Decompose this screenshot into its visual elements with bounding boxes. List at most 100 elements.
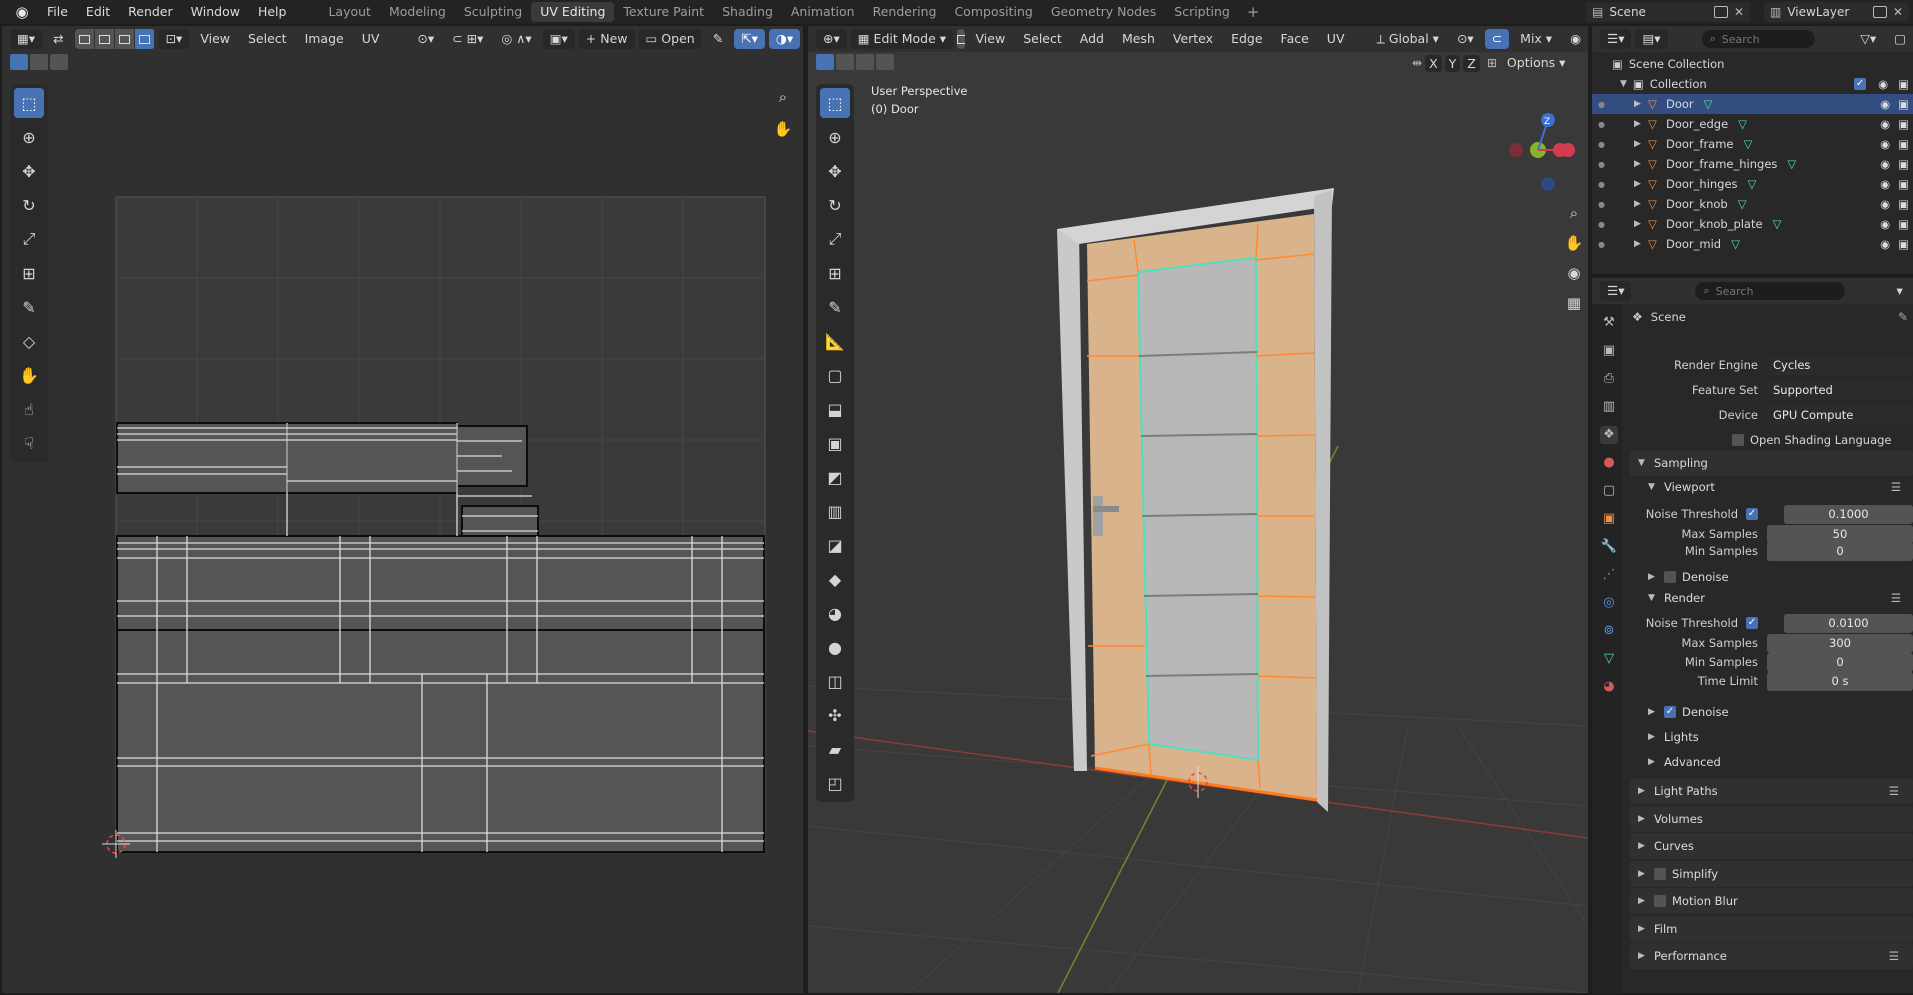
camera-view-icon[interactable]: ◉ [1563, 262, 1585, 284]
mesh-data-icon[interactable]: ▽ [1773, 217, 1875, 231]
outliner-object-row[interactable]: ● ▶ ▽ Door_frame_hinges ▽ ◉ ▣ [1592, 154, 1913, 174]
extrude-tool-icon[interactable]: ⬓ [820, 394, 850, 424]
vp-min-samples-field[interactable]: 0 [1767, 541, 1913, 561]
panel-volumes[interactable]: ▶ Volumes [1630, 805, 1913, 832]
select-subtract-icon[interactable] [856, 54, 874, 70]
new-scene-icon[interactable] [1713, 6, 1728, 18]
outliner-object-row[interactable]: ● ▶ ▽ Door ▽ ◉ ▣ [1592, 94, 1913, 114]
visibility-eye-icon[interactable]: ◉ [1880, 237, 1890, 251]
vertex-mode-icon[interactable] [957, 29, 965, 49]
properties-editor[interactable]: ☰▾ ⌕ Search ▾ ⚒ ▣ ⎙ ▥ ❖ ● ▢ ▣ 🔧 ⋰ ◎ ⊚ ▽ … [1592, 278, 1913, 993]
bevel-tool-icon[interactable]: ◩ [820, 462, 850, 492]
panel-film[interactable]: ▶ Film [1630, 915, 1913, 942]
output-tab-icon[interactable]: ⎙ [1600, 370, 1618, 388]
knife-tool-icon[interactable]: ◪ [820, 530, 850, 560]
panel-performance[interactable]: ▶ Performance ☰ [1630, 943, 1913, 969]
r-noise-threshold-field[interactable]: 0.0100 [1784, 613, 1913, 633]
expand-icon[interactable]: ▶ [1634, 139, 1648, 149]
mesh-data-icon[interactable]: ▽ [1731, 237, 1874, 251]
select-extend-icon[interactable] [836, 54, 854, 70]
vp-menu-edge[interactable]: Edge [1224, 29, 1269, 49]
select-new-icon[interactable] [816, 54, 834, 70]
outliner-object-row[interactable]: ● ▶ ▽ Door_knob ▽ ◉ ▣ [1592, 194, 1913, 214]
add-cube-tool-icon[interactable]: ▢ [820, 360, 850, 390]
vp-menu-vertex[interactable]: Vertex [1166, 29, 1220, 49]
tab-sculpting[interactable]: Sculpting [455, 2, 531, 22]
mirror-z-toggle[interactable]: Z [1463, 54, 1480, 72]
expand-icon[interactable]: ▶ [1634, 99, 1648, 109]
transform-tool-icon[interactable]: ⊞ [820, 258, 850, 288]
viewport-canvas[interactable] [808, 26, 1588, 993]
mirror-x-toggle[interactable]: X [1425, 54, 1442, 72]
delete-view-layer-icon[interactable]: ✕ [1893, 5, 1909, 19]
mesh-data-icon[interactable]: ▽ [1738, 197, 1874, 211]
visibility-eye-icon[interactable]: ◉ [1880, 137, 1890, 151]
menu-render[interactable]: Render [119, 1, 182, 23]
osl-checkbox[interactable] [1732, 434, 1744, 446]
modifier-tab-icon[interactable]: 🔧 [1600, 538, 1618, 556]
cursor-tool-icon[interactable]: ⊕ [820, 122, 850, 152]
orientation-selector[interactable]: ⟂ Global ▾ [1370, 29, 1446, 49]
pivot-point-icon[interactable]: ⊙▾ [1450, 29, 1481, 49]
vp-denoise-checkbox[interactable] [1664, 571, 1676, 583]
expand-icon[interactable]: ▶ [1634, 179, 1648, 189]
options-button[interactable]: Options ▾ [1500, 53, 1572, 73]
r-denoise-row[interactable]: ▶ ✓ Denoise [1648, 701, 1913, 723]
select-invert-icon[interactable] [876, 54, 894, 70]
tab-animation[interactable]: Animation [782, 2, 864, 22]
presets-list-icon[interactable]: ☰ [1889, 784, 1899, 798]
expand-icon[interactable]: ▶ [1634, 199, 1648, 209]
presets-list-icon[interactable]: ☰ [1891, 591, 1901, 605]
mesh-data-icon[interactable]: ▽ [1748, 177, 1875, 191]
visibility-eye-icon[interactable]: ◉ [1880, 117, 1890, 131]
tab-modeling[interactable]: Modeling [380, 2, 455, 22]
view-layer-tab-icon[interactable]: ▥ [1600, 398, 1618, 416]
mesh-data-icon[interactable]: ▽ [1744, 137, 1875, 151]
visibility-eye-icon[interactable]: ◉ [1880, 217, 1890, 231]
render-camera-icon[interactable]: ▣ [1898, 97, 1909, 111]
vp-noise-threshold-checkbox[interactable]: ✓ [1746, 508, 1758, 520]
measure-tool-icon[interactable]: 📐 [820, 326, 850, 356]
tab-uv-editing[interactable]: UV Editing [531, 2, 615, 22]
properties-type-icon[interactable]: ☰▾ [1600, 281, 1632, 301]
add-workspace-icon[interactable]: + [1239, 3, 1268, 21]
render-camera-icon[interactable]: ▣ [1898, 157, 1909, 171]
filter-icon[interactable]: ▽▾ [1853, 29, 1883, 49]
r-denoise-checkbox[interactable]: ✓ [1664, 706, 1676, 718]
mirror-y-toggle[interactable]: Y [1444, 54, 1461, 72]
vp-noise-threshold-field[interactable]: 0.1000 [1784, 504, 1913, 524]
rip-region-tool-icon[interactable]: ◰ [820, 768, 850, 798]
collection-row[interactable]: ▼ ▣ Collection ✓ ◉ ▣ [1592, 74, 1913, 94]
blender-logo-icon[interactable]: ◉ [12, 2, 32, 22]
outliner-type-icon[interactable]: ☰▾ [1600, 29, 1632, 49]
tab-compositing[interactable]: Compositing [945, 2, 1041, 22]
new-view-layer-icon[interactable] [1872, 6, 1887, 18]
object-tab-icon[interactable]: ▣ [1600, 510, 1618, 528]
mesh-data-icon[interactable]: ▽ [1787, 157, 1874, 171]
move-tool-icon[interactable]: ✥ [820, 156, 850, 186]
snap-target-selector[interactable]: Mix ▾ [1513, 29, 1559, 49]
render-camera-icon[interactable]: ▣ [1898, 117, 1909, 131]
tab-shading[interactable]: Shading [713, 2, 782, 22]
snap-toggle-icon[interactable]: ⊂ [1484, 29, 1510, 49]
scene-collection-row[interactable]: ▣ Scene Collection [1592, 54, 1913, 74]
rotate-tool-icon[interactable]: ↻ [820, 190, 850, 220]
properties-search[interactable]: ⌕ Search [1695, 282, 1846, 300]
feature-set-dropdown[interactable]: Supported [1767, 380, 1913, 400]
mesh-data-icon[interactable]: ▽ [1738, 117, 1874, 131]
panel-enable-checkbox[interactable] [1654, 867, 1666, 880]
r-time-limit-field[interactable]: 0 s [1767, 671, 1913, 691]
mesh-data-icon[interactable]: ▽ [1704, 97, 1874, 111]
collection-include-checkbox[interactable]: ✓ [1854, 78, 1867, 90]
tab-texture-paint[interactable]: Texture Paint [614, 2, 713, 22]
outliner-search[interactable]: ⌕ Search [1701, 30, 1816, 48]
panel-light-paths[interactable]: ▶ Light Paths ☰ [1630, 778, 1913, 804]
expand-icon[interactable]: ▶ [1634, 219, 1648, 229]
render-engine-dropdown[interactable]: Cycles [1767, 355, 1913, 375]
world-tab-icon[interactable]: ● [1600, 454, 1618, 472]
mode-selector[interactable]: ▦ Edit Mode ▾ [850, 29, 954, 49]
r-max-samples-field[interactable]: 300 [1767, 633, 1913, 653]
proportional-icon[interactable]: ◉ [1563, 29, 1588, 49]
view-layer-selector[interactable]: ▥ ViewLayer ✕ [1764, 2, 1909, 22]
mesh-select-mode[interactable] [957, 29, 965, 49]
